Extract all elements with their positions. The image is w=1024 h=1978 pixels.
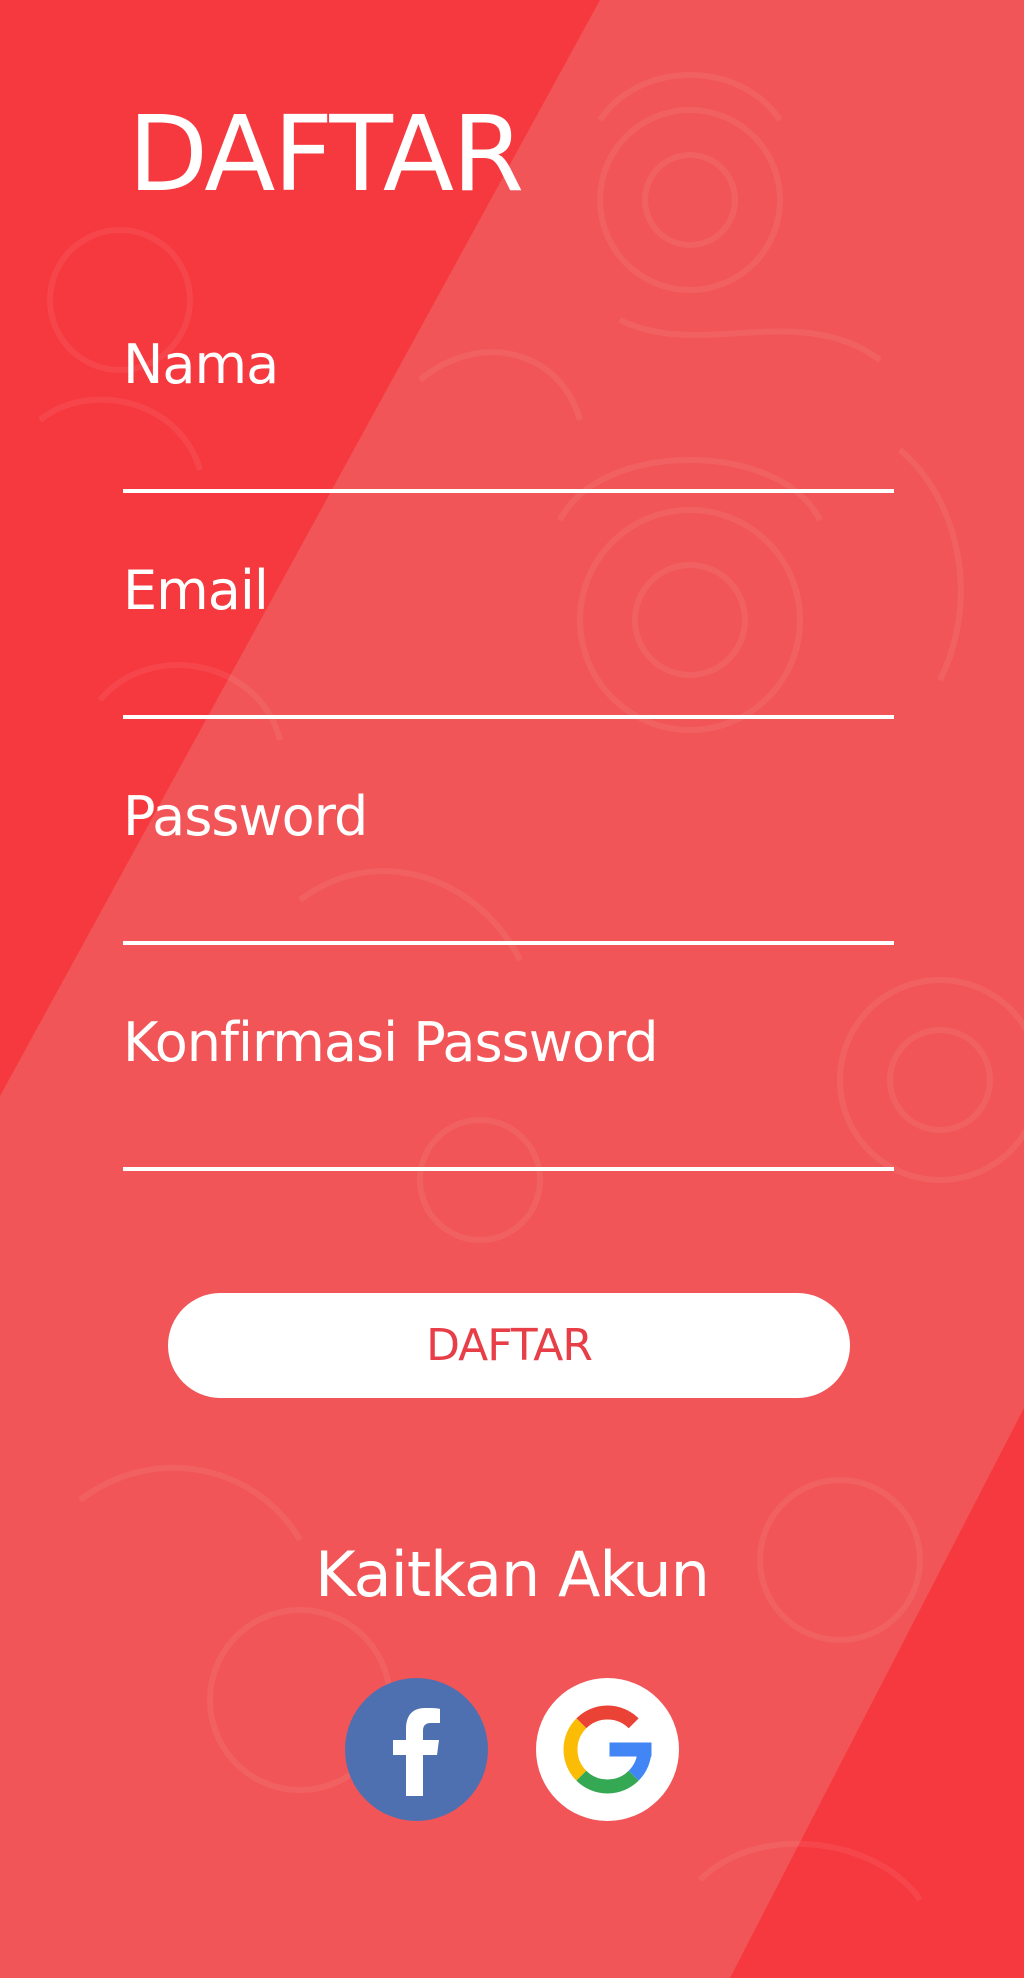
- page-title: DAFTAR: [128, 93, 524, 215]
- register-button[interactable]: DAFTAR: [168, 1293, 850, 1398]
- google-button[interactable]: [536, 1678, 679, 1821]
- password-input[interactable]: [123, 889, 894, 945]
- email-label: Email: [123, 559, 269, 622]
- batik-pattern: [38, 72, 1024, 1902]
- password-label: Password: [123, 785, 368, 848]
- email-field: Email: [123, 559, 894, 719]
- name-label: Nama: [123, 333, 279, 396]
- link-account-heading: Kaitkan Akun: [315, 1538, 710, 1611]
- google-icon: [563, 1705, 652, 1794]
- name-field: Nama: [123, 333, 894, 493]
- confirm-password-input[interactable]: [123, 1115, 894, 1171]
- facebook-button[interactable]: [345, 1678, 488, 1821]
- name-input[interactable]: [123, 437, 894, 493]
- facebook-icon: [393, 1708, 440, 1796]
- confirm-password-field: Konfirmasi Password: [123, 1011, 894, 1171]
- confirm-password-label: Konfirmasi Password: [123, 1011, 658, 1074]
- email-input[interactable]: [123, 663, 894, 719]
- password-field: Password: [123, 785, 894, 945]
